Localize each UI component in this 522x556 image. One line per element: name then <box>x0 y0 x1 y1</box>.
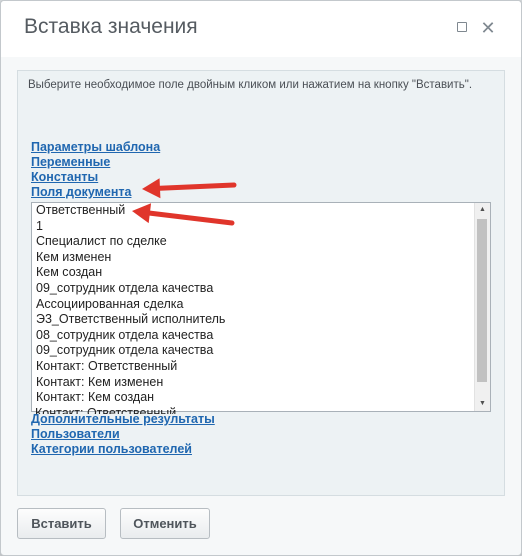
scroll-up-icon[interactable]: ▲ <box>475 203 490 217</box>
list-item[interactable]: Специалист по сделке <box>32 234 475 250</box>
listbox-items: Ответственный 1 Специалист по сделке Кем из… <box>32 203 475 411</box>
close-icon[interactable]: ✕ <box>479 19 497 37</box>
list-item[interactable]: Контакт: Кем изменен <box>32 375 475 391</box>
list-item[interactable]: Кем создан <box>32 265 475 281</box>
scroll-thumb[interactable] <box>477 219 487 382</box>
link-users[interactable]: Пользователи <box>31 427 120 441</box>
scroll-down-icon[interactable]: ▼ <box>475 397 490 411</box>
dialog-content: Выберите необходимое поле двойным кликом… <box>17 70 505 496</box>
list-item[interactable]: Контакт: Кем создан <box>32 390 475 406</box>
list-item[interactable]: 09_сотрудник отдела качества <box>32 343 475 359</box>
list-item[interactable]: Контакт: Ответственный <box>32 359 475 375</box>
listbox-scrollbar[interactable]: ▲ ▼ <box>474 203 490 411</box>
document-fields-listbox[interactable]: Ответственный 1 Специалист по сделке Кем из… <box>31 202 491 412</box>
insert-value-dialog: Вставка значения ✕ Выберите необходимое … <box>0 0 522 556</box>
list-item[interactable]: Кем изменен <box>32 250 475 266</box>
list-item[interactable]: 09_сотрудник отдела качества <box>32 281 475 297</box>
list-item[interactable]: Ассоциированная сделка <box>32 297 475 313</box>
list-item[interactable]: Э3_Ответственный исполнитель <box>32 312 475 328</box>
list-item[interactable]: 1 <box>32 219 475 235</box>
maximize-icon[interactable] <box>453 19 471 37</box>
cancel-button[interactable]: Отменить <box>120 508 210 539</box>
link-additional-results[interactable]: Дополнительные результаты <box>31 412 215 426</box>
instruction-text: Выберите необходимое поле двойным кликом… <box>28 79 473 91</box>
insert-button[interactable]: Вставить <box>17 508 106 539</box>
list-item[interactable]: 08_сотрудник отдела качества <box>32 328 475 344</box>
dialog-title: Вставка значения <box>24 15 198 38</box>
link-variables[interactable]: Переменные <box>31 155 110 169</box>
link-template-parameters[interactable]: Параметры шаблона <box>31 140 160 154</box>
link-document-fields[interactable]: Поля документа <box>31 185 131 199</box>
list-item[interactable]: Ответственный <box>32 203 475 219</box>
link-constants[interactable]: Константы <box>31 170 98 184</box>
dialog-titlebar[interactable]: Вставка значения ✕ <box>1 1 521 57</box>
link-user-categories[interactable]: Категории пользователей <box>31 442 192 456</box>
